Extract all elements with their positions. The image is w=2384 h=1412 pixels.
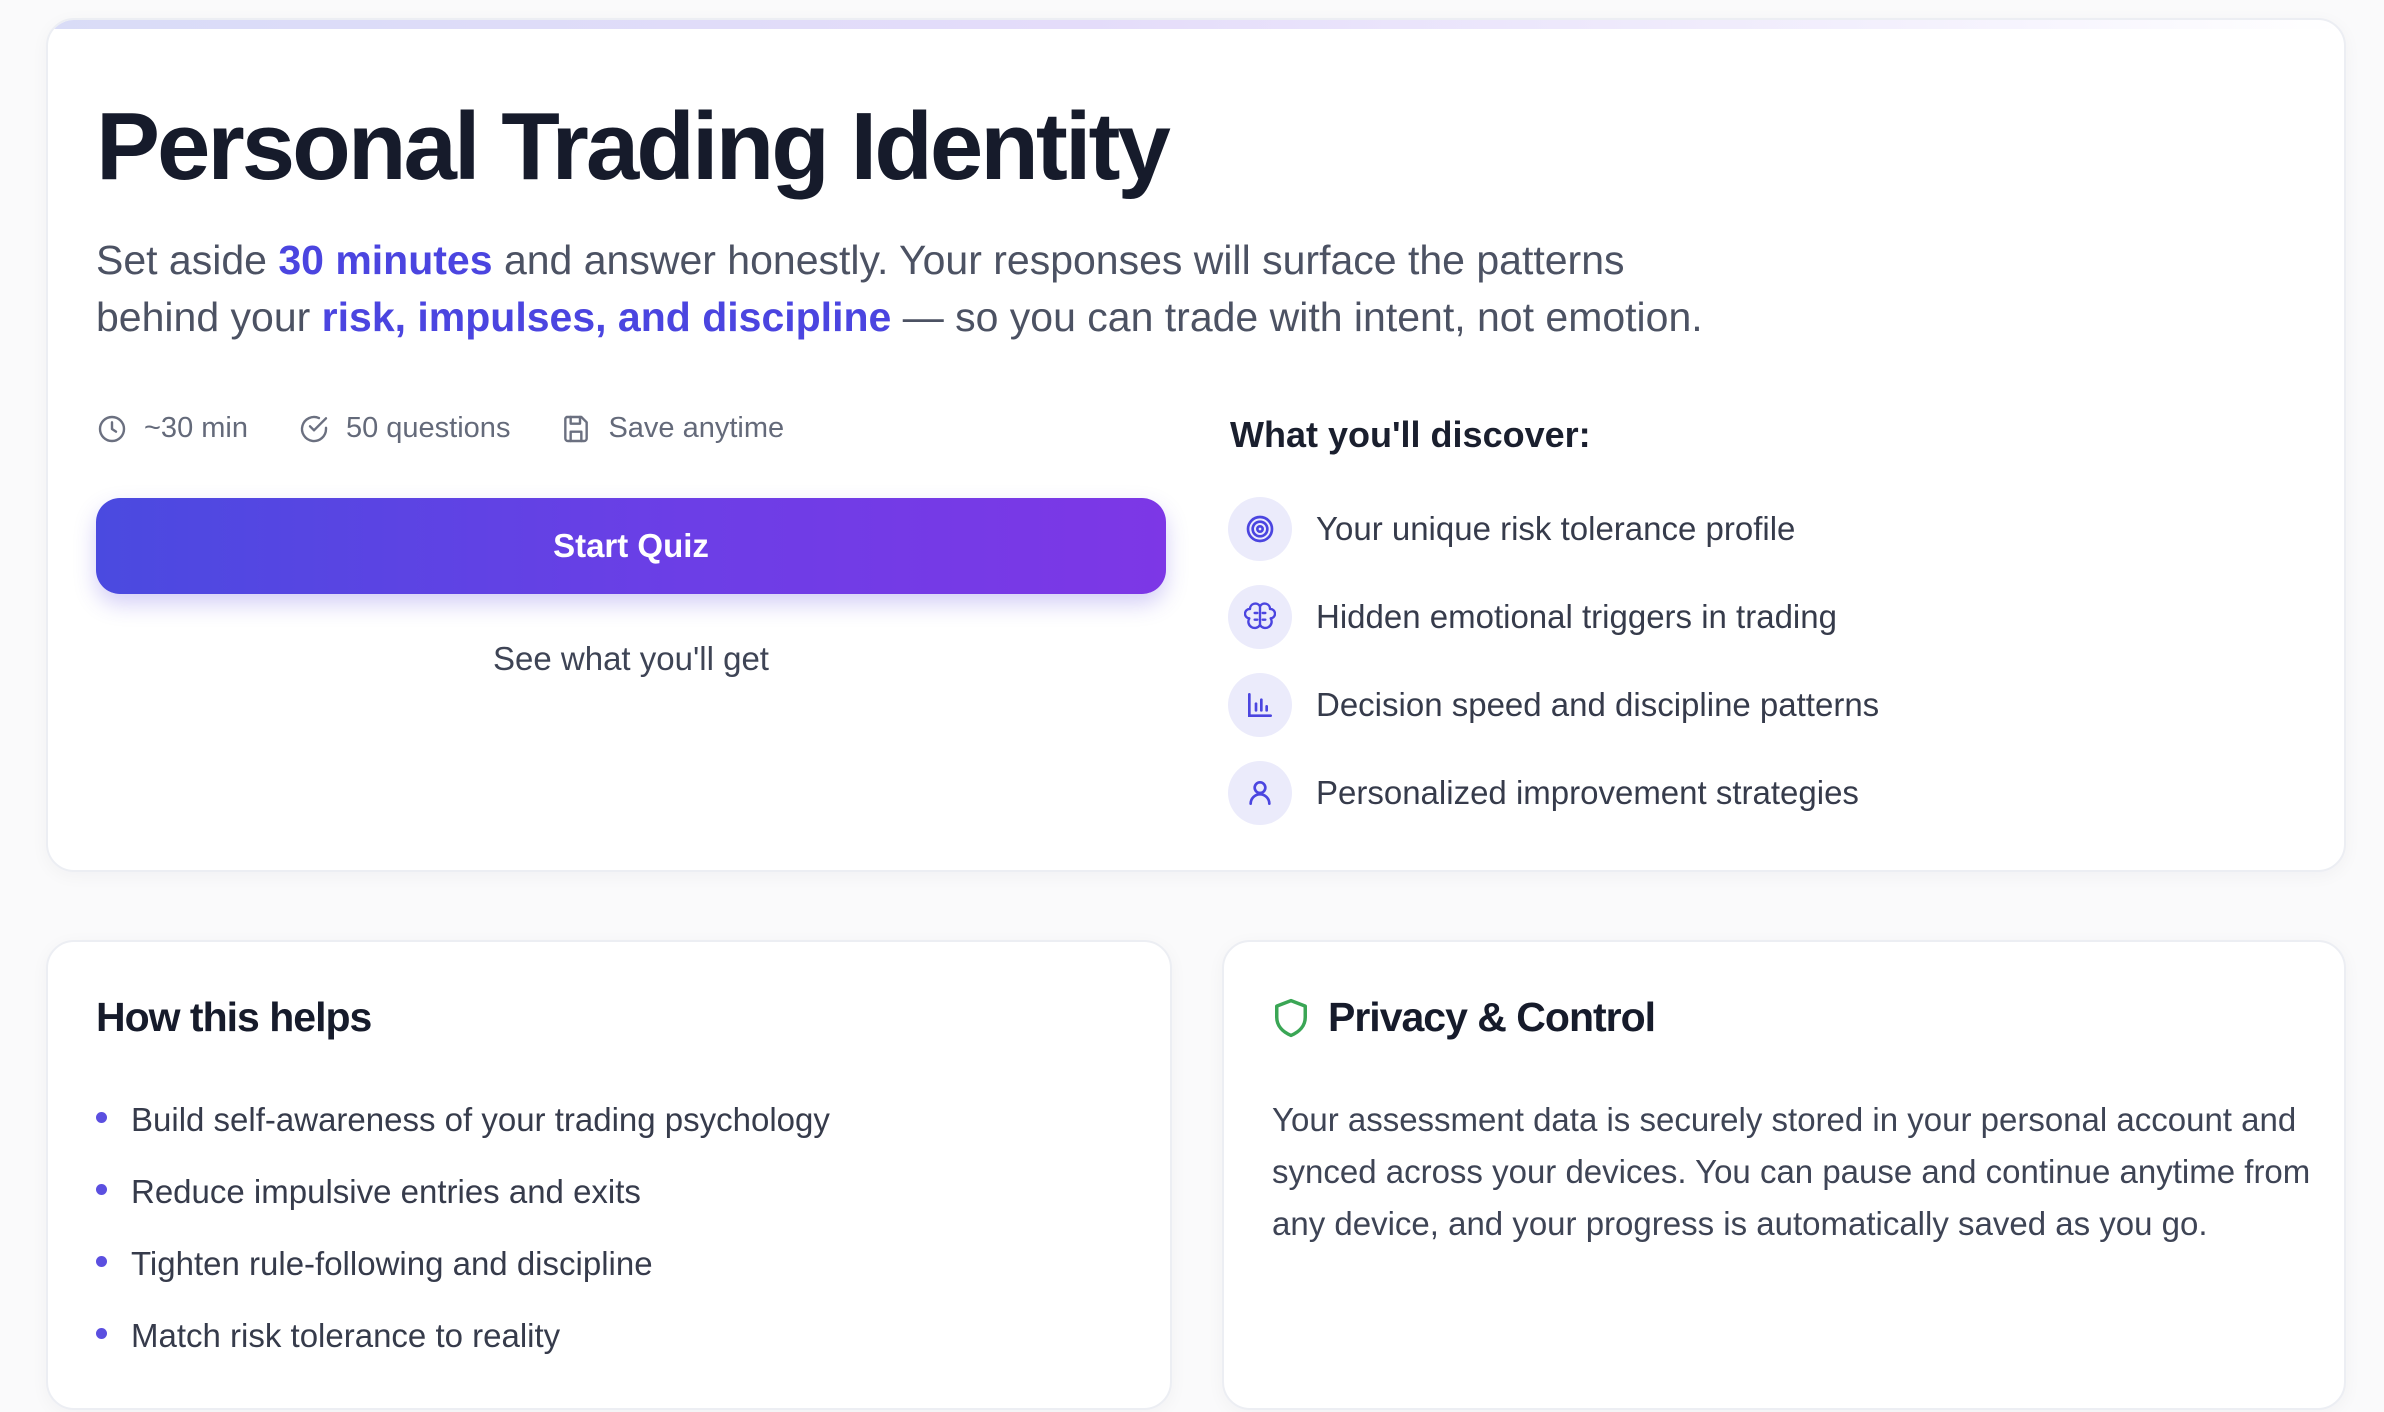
list-item-label: Build self-awareness of your trading psy… [131,1101,830,1138]
brain-icon [1228,585,1292,649]
bar-chart-icon [1228,673,1292,737]
discover-item: Your unique risk tolerance profile [1228,496,1879,562]
how-this-helps-title: How this helps [96,994,372,1040]
list-item-label: Reduce impulsive entries and exits [131,1173,641,1210]
meta-questions: 50 questions [298,412,510,445]
list-item: Reduce impulsive entries and exits [96,1168,830,1216]
target-icon [1228,497,1292,561]
intro-text: Set aside 30 minutes and answer honestly… [96,232,1736,346]
meta-save-label: Save anytime [608,412,785,444]
how-this-helps-card: How this helps Build self-awareness of y… [46,940,1172,1410]
list-item-label: Tighten rule-following and discipline [131,1245,653,1282]
check-circle-icon [300,415,328,442]
bullet [96,1111,107,1123]
meta-save: Save anytime [560,412,784,445]
meta-duration-label: ~30 min [144,412,248,444]
privacy-text: Your assessment data is securely stored … [1272,1101,2311,1242]
discover-item: Hidden emotional triggers in trading [1228,584,1879,650]
user-icon [1228,761,1292,825]
bullet [96,1255,107,1267]
discover-item-label: Personalized improvement strategies [1316,774,1859,811]
intro-highlight-topics: risk, impulses, and discipline [321,294,892,340]
list-item-label: Match risk tolerance to reality [131,1317,561,1354]
page-title: Personal Trading Identity [96,93,1171,200]
privacy-title: Privacy & Control [1328,994,1656,1040]
list-item: Build self-awareness of your trading psy… [96,1096,830,1144]
start-quiz-button[interactable]: Start Quiz [96,498,1166,594]
list-item: Match risk tolerance to reality [96,1312,830,1360]
discover-list: Your unique risk tolerance profile Hidde… [1228,496,1879,848]
meta-questions-label: 50 questions [345,412,511,444]
hero-accent-bar [48,20,2344,29]
hero-card: Personal Trading Identity Set aside 30 m… [46,18,2346,872]
intro-highlight-duration: 30 minutes [278,237,493,283]
privacy-heading: Privacy & Control [1272,994,1656,1041]
how-this-helps-heading: How this helps [96,994,372,1041]
discover-item-label: Your unique risk tolerance profile [1316,510,1796,547]
privacy-card: Privacy & Control Your assessment data i… [1222,940,2346,1410]
list-item: Tighten rule-following and discipline [96,1240,830,1288]
discover-item-label: Decision speed and discipline patterns [1316,686,1880,723]
discover-item: Personalized improvement strategies [1228,760,1879,826]
see-what-you-get-link[interactable]: See what you'll get [96,640,1166,678]
bullet [96,1327,107,1339]
save-icon [564,415,589,442]
meta-duration: ~30 min [96,412,248,445]
quiz-meta: ~30 min 50 questions Save anytime [96,412,784,445]
bullet [96,1183,107,1195]
shield-icon [1275,998,1307,1037]
clock-icon [98,415,126,442]
helps-list: Build self-awareness of your trading psy… [96,1096,830,1384]
intro-text-part: — so you can trade with intent, not emot… [891,294,1703,340]
intro-text-part: Set aside [96,237,279,283]
discover-item-label: Hidden emotional triggers in trading [1316,598,1837,635]
discover-item: Decision speed and discipline patterns [1228,672,1879,738]
discover-heading: What you'll discover: [1230,414,1591,455]
